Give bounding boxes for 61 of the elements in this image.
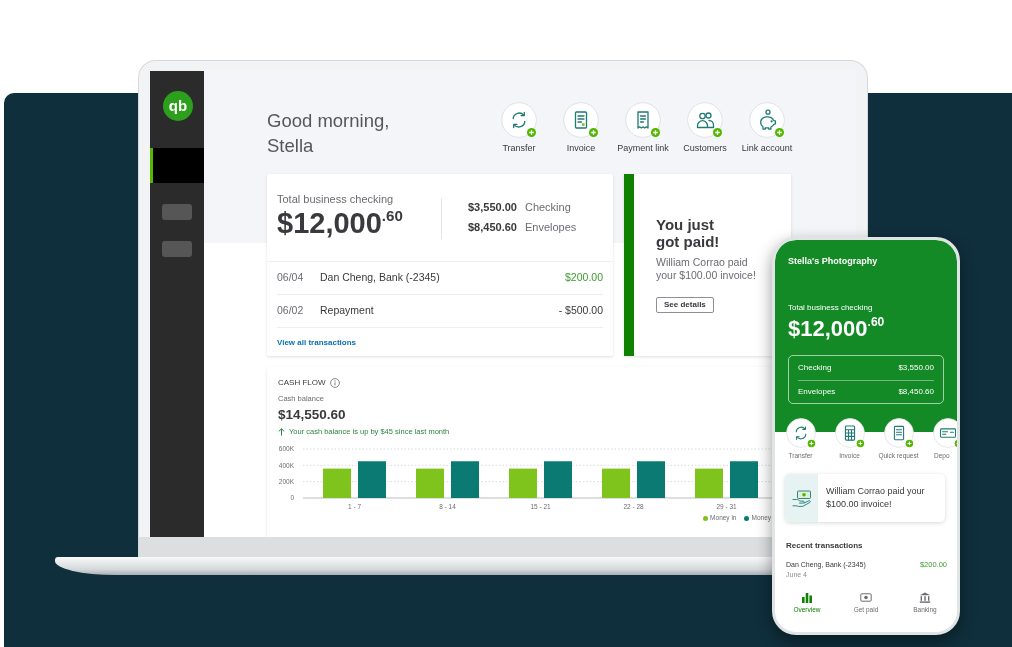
transaction-date: 06/02 <box>277 303 305 319</box>
card-icon <box>933 418 957 448</box>
account-amount: $3,550.00 <box>898 361 934 374</box>
section-title: Recent transactions <box>785 541 864 551</box>
payment-title: You just got paid! <box>656 216 721 250</box>
account-amount: $8,450.60 <box>468 220 517 235</box>
see-details-button[interactable]: See details <box>656 297 714 313</box>
account-amount: $3,550.00 <box>468 200 517 215</box>
balance-amount: $12,000$^{.60}$ <box>277 207 404 239</box>
document-icon <box>563 102 599 138</box>
account-amount: $8,450.60 <box>898 385 934 398</box>
people-icon <box>687 102 723 138</box>
account-name: Checking <box>798 361 832 374</box>
quick-action-button[interactable]: Payment link <box>612 102 674 154</box>
chart-bar <box>416 468 444 498</box>
transaction-amount: - $500.00 <box>558 303 603 319</box>
chart-bar <box>602 468 630 498</box>
piggy-bank-icon <box>749 102 785 138</box>
transaction-amount: $200.00 <box>565 270 603 286</box>
payment-message: William Corrao paid your $100.00 invoice! <box>656 256 757 282</box>
arrow-up-icon <box>278 428 285 436</box>
sidebar-item[interactable] <box>150 148 204 183</box>
bar-chart-icon <box>801 592 813 603</box>
info-icon[interactable] <box>329 378 340 388</box>
banknote-icon <box>860 592 872 603</box>
greeting-text: Good morning, Stella <box>267 109 391 158</box>
chart-bar <box>509 468 537 498</box>
receipt-icon <box>625 102 661 138</box>
chart-bar <box>358 461 386 498</box>
hand-banknote-icon <box>791 489 812 507</box>
chart-bar <box>544 461 572 498</box>
account-name: Checking <box>524 200 571 215</box>
quick-action-button[interactable]: Customers <box>674 102 736 154</box>
account-name: Envelopes <box>524 220 577 235</box>
quick-action-button[interactable]: Transfer <box>488 102 550 154</box>
business-name: Stella's Photography <box>788 256 879 267</box>
chart-bar <box>451 461 479 498</box>
calculator-icon <box>834 418 865 448</box>
quick-action-button[interactable]: Link account <box>736 102 798 154</box>
notification-card[interactable]: William Corrao paid your $100.00 invoice! <box>785 474 945 522</box>
transaction-description: Dan Cheng, Bank (-2345) <box>320 270 441 286</box>
circular-arrows-icon <box>501 102 537 138</box>
balance-amount: $14,550.60 <box>278 407 347 423</box>
notification-text: William Corrao paid your $100.00 invoice! <box>826 485 926 511</box>
document-icon <box>883 418 914 448</box>
app-logo[interactable]: qb <box>163 91 193 121</box>
view-all-link[interactable]: View all transactions <box>277 338 356 348</box>
balance-label: Total business checking <box>788 303 874 313</box>
transaction-date: 06/04 <box>277 270 305 286</box>
chart-bar <box>730 461 758 498</box>
balance-amount: $12,000$^{.60}$ <box>788 316 886 342</box>
balance-label: Total business checking <box>277 193 395 206</box>
chart-bar <box>323 468 351 498</box>
section-title: CASH FLOW <box>278 378 326 388</box>
circular-arrows-icon <box>785 418 816 448</box>
account-name: Envelopes <box>798 385 836 398</box>
transaction-description: Repayment <box>320 303 375 319</box>
chart-bar <box>637 461 665 498</box>
bank-icon <box>919 592 931 603</box>
chart-bar <box>695 468 723 498</box>
quick-action-button[interactable]: Invoice <box>550 102 612 154</box>
